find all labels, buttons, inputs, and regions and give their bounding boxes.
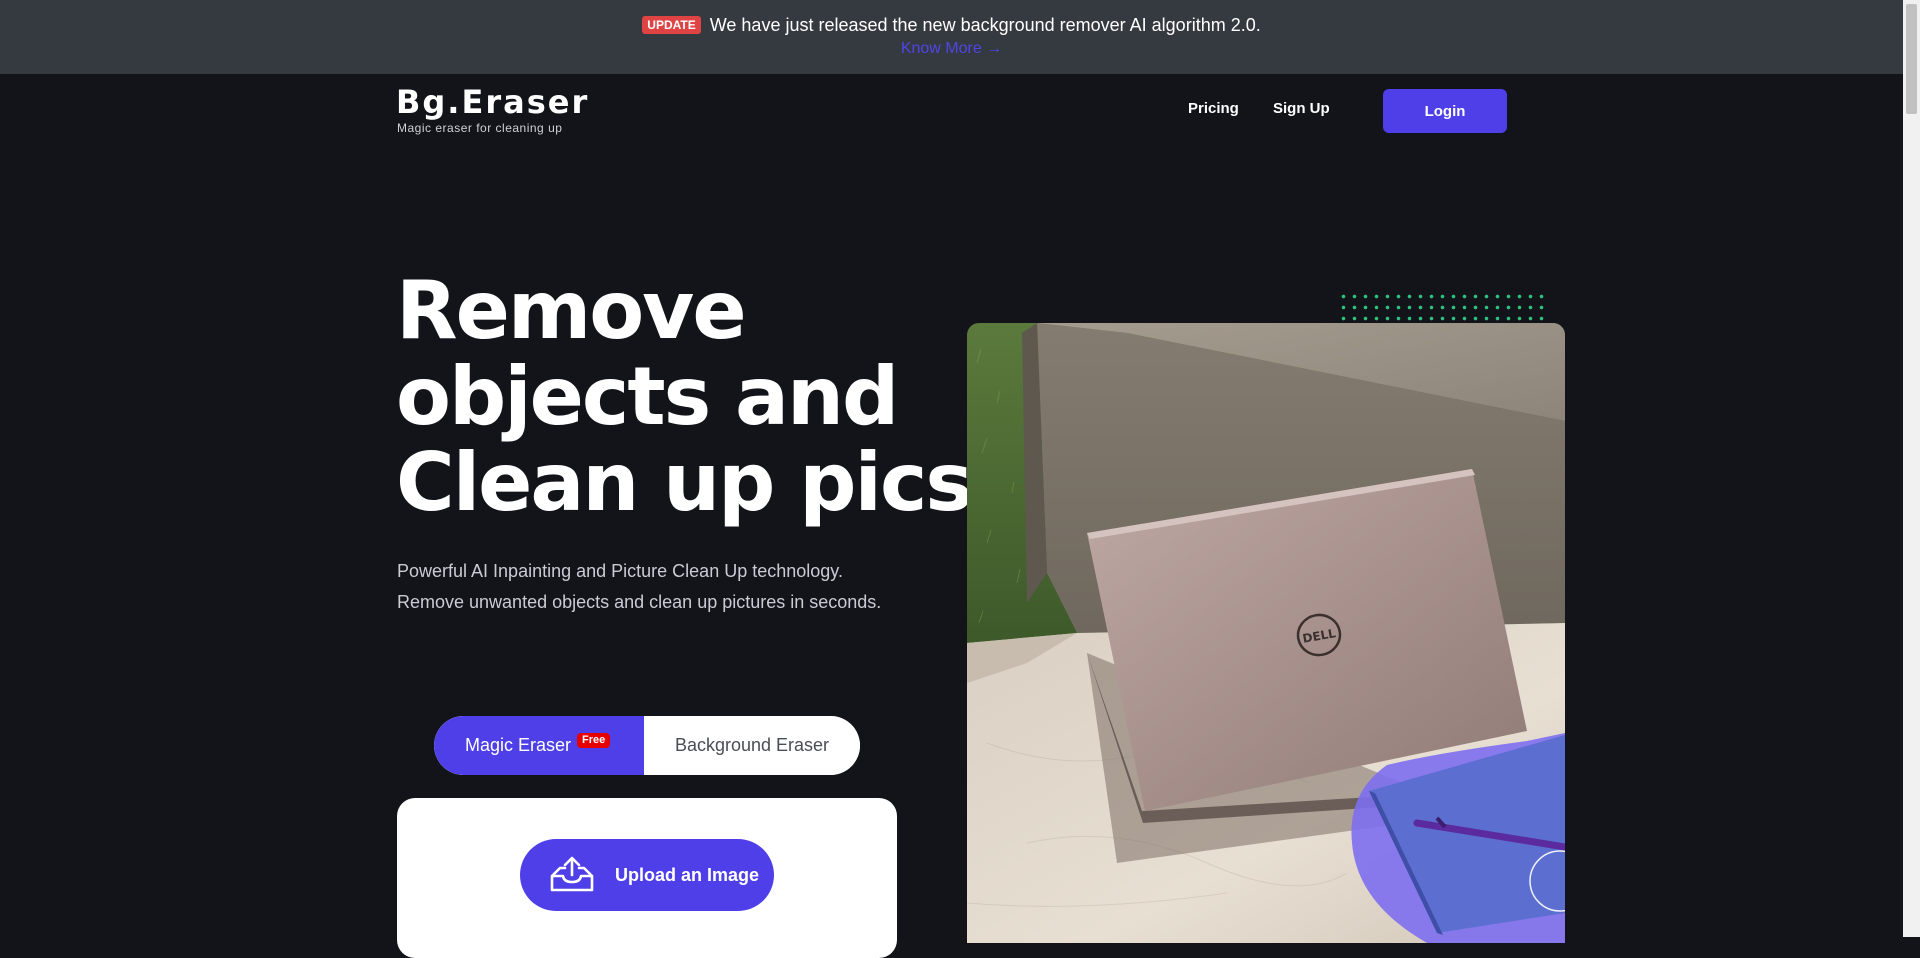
logo-tagline: Magic eraser for cleaning up [397,121,563,135]
hero-title-line-3: Clean up pics. [396,436,1001,529]
laptop-photo: DELL [967,323,1565,943]
logo-text: Bg.Eraser [396,83,590,121]
upload-tray-icon [550,856,594,892]
announcement-bar: UPDATE We have just released the new bac… [0,0,1903,74]
scrollbar-thumb[interactable] [1906,4,1917,114]
tool-toggle: Magic Eraser Free Background Eraser [434,716,860,775]
hero-title: Remove objects and Clean up pics. [396,264,1001,529]
announcement-message-line: UPDATE We have just released the new bac… [0,14,1903,36]
upload-card: Upload an Image [397,798,897,958]
nav-pricing[interactable]: Pricing [1188,100,1239,117]
background-eraser-tab[interactable]: Background Eraser [644,716,860,775]
magic-eraser-tab[interactable]: Magic Eraser Free [434,716,644,775]
upload-image-label: Upload an Image [615,864,760,885]
logo[interactable]: Bg.Eraser Magic eraser for cleaning up [396,84,589,135]
upload-image-button[interactable]: Upload an Image [520,839,774,911]
hero-image: DELL [967,323,1565,943]
hero-title-line-1: Remove [396,264,747,357]
know-more-link[interactable]: Know More → [0,38,1903,60]
scrollbar[interactable] [1903,0,1920,937]
magic-eraser-label: Magic Eraser [465,735,572,755]
nav-sign-up[interactable]: Sign Up [1273,100,1330,117]
hero-description: Powerful AI Inpainting and Picture Clean… [397,561,882,612]
hero-title-line-2: objects and [396,350,899,443]
dots-decoration [1338,291,1548,321]
login-button[interactable]: Login [1383,89,1507,133]
free-badge: Free [577,733,611,748]
update-badge: UPDATE [642,16,701,34]
announcement-text: We have just released the new background… [709,15,1261,35]
